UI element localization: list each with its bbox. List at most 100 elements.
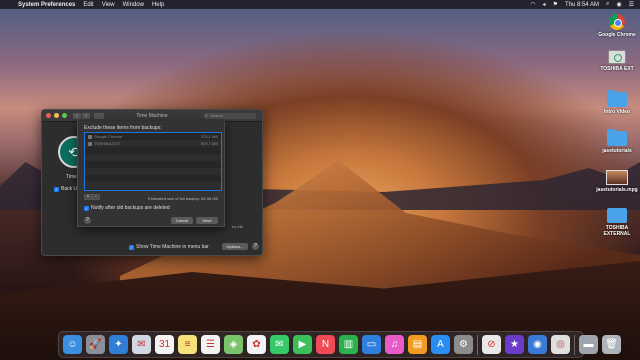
show-all-button[interactable] [94, 112, 104, 119]
dock-facetime-icon[interactable]: ▶ [293, 335, 312, 354]
list-icon[interactable]: ☰ [629, 1, 634, 8]
dock-numbers-icon[interactable]: ▥ [339, 335, 358, 354]
list-item [85, 182, 221, 189]
minimize-button[interactable] [54, 113, 59, 118]
desktop-icon-toshiba-external[interactable]: TOSHIBA EXTERNAL [593, 208, 640, 237]
list-item[interactable]: TOSHIBA EXT 809.7 MB [85, 140, 221, 147]
dock-keynote-icon[interactable]: ▭ [362, 335, 381, 354]
menu-item-window[interactable]: Window [123, 2, 144, 8]
desktop-icon-google-chrome[interactable]: Google Chrome [593, 14, 640, 38]
save-button[interactable]: Save [196, 217, 218, 224]
options-button[interactable]: Options... [222, 243, 248, 250]
list-item [85, 147, 221, 154]
spotlight-icon[interactable]: ⌕ [606, 1, 609, 8]
video-thumbnail-icon [606, 170, 628, 185]
list-item [85, 161, 221, 168]
dock: ☺ 🚀 ✦ ✉ 31 ≡ ☰ ◈ ✿ ✉ ▶ N ▥ ▭ ♫ ▤ A ⚙ ⊘ ★ ◉ ◎ ▬ 🗑 [58, 331, 621, 358]
app-icon [88, 134, 92, 139]
menu-item-edit[interactable]: Edit [83, 2, 93, 8]
list-item [85, 175, 221, 182]
dock-reminders-icon[interactable]: ☰ [201, 335, 220, 354]
exclude-items-sheet: Exclude these items from backups: Google… [77, 121, 225, 227]
menu-bar-clock[interactable]: Thu 8:54 AM [565, 2, 599, 8]
cancel-button[interactable]: Cancel [171, 217, 193, 224]
dock-separator [574, 334, 575, 355]
nav-buttons: ‹ › [73, 112, 90, 119]
forward-button[interactable]: › [82, 112, 90, 119]
desktop-icon-jasetutorials-mpg[interactable]: jasetutorials.mpg [593, 170, 640, 193]
desktop-icon-label: jasetutorials.mpg [596, 187, 638, 193]
dock-no-entry-icon[interactable]: ⊘ [482, 335, 501, 354]
dock-itunes-icon[interactable]: ♫ [385, 335, 404, 354]
desktop-icon-jasetutorials[interactable]: jasetutorials [593, 129, 640, 154]
desktop-icon-label: TOSHIBA EXTERNAL [603, 225, 631, 237]
remove-item-button[interactable]: − [92, 194, 100, 200]
folder-icon [607, 90, 627, 107]
drive-icon [88, 141, 92, 146]
disk-full-note: ey full. [232, 224, 244, 229]
desktop-icon-label: TOSHIBA EXT [600, 66, 634, 72]
menu-item-help[interactable]: Help [152, 2, 164, 8]
help-button[interactable]: ? [252, 243, 259, 250]
dock-safari-icon[interactable]: ✦ [109, 335, 128, 354]
folder-icon [607, 129, 627, 146]
notify-label: Notify after old backups are deleted [91, 205, 170, 211]
sheet-title: Exclude these items from backups: [84, 125, 162, 131]
wifi-icon[interactable]: ◠ [530, 1, 535, 8]
dock-maps-icon[interactable]: ◈ [224, 335, 243, 354]
desktop-icon-label: Intro Video [603, 109, 631, 115]
menu-item-view[interactable]: View [102, 2, 115, 8]
item-size: 809.7 MB [200, 141, 218, 146]
folder-icon [607, 208, 627, 223]
menu-bar: System Preferences Edit View Window Help… [0, 0, 640, 9]
show-in-menu-bar-checkbox[interactable]: ✓ Show Time Machine in menu bar [129, 244, 209, 250]
dock-system-preferences-icon[interactable]: ⚙ [454, 335, 473, 354]
dock-imovie-icon[interactable]: ★ [505, 335, 524, 354]
menu-bar-status: ◠ ◂ ⚑ Thu 8:54 AM ⌕ ◉ ☰ [530, 1, 640, 8]
drive-icon [608, 50, 626, 64]
dock-chrome-icon[interactable]: ◎ [551, 335, 570, 354]
estimated-backup-size: Estimated size of full backup: 65.08 GB [148, 196, 218, 201]
show-in-menu-bar-label: Show Time Machine in menu bar [136, 244, 209, 250]
menu-app-name[interactable]: System Preferences [18, 2, 75, 8]
dock-separator [477, 334, 478, 355]
dock-screen-recorder-icon[interactable]: ◉ [528, 335, 547, 354]
dock-app-store-icon[interactable]: A [431, 335, 450, 354]
desktop-icon-toshiba-ext[interactable]: TOSHIBA EXT [593, 50, 640, 72]
dock-trash-icon[interactable]: 🗑 [602, 335, 621, 354]
search-input[interactable]: Search [204, 113, 256, 119]
item-name: Google Chrome [94, 134, 123, 139]
list-item[interactable]: Google Chrome 378.1 MB [85, 133, 221, 140]
add-remove-buttons: + − [84, 194, 100, 200]
window-controls [46, 113, 67, 118]
item-name: TOSHIBA EXT [94, 141, 121, 146]
siri-icon[interactable]: ◉ [616, 1, 621, 8]
item-size: 378.1 MB [200, 134, 218, 139]
dock-photos-icon[interactable]: ✿ [247, 335, 266, 354]
help-button[interactable]: ? [84, 217, 91, 224]
dock-news-icon[interactable]: N [316, 335, 335, 354]
dock-launchpad-icon[interactable]: 🚀 [86, 335, 105, 354]
notify-deleted-checkbox[interactable]: ✓ Notify after old backups are deleted [84, 205, 170, 211]
volume-icon[interactable]: ◂ [543, 1, 546, 8]
dock-calendar-icon[interactable]: 31 [155, 335, 174, 354]
list-item [85, 154, 221, 161]
dock-messages-icon[interactable]: ✉ [270, 335, 289, 354]
dock-mail-icon[interactable]: ✉ [132, 335, 151, 354]
desktop-icon-label: jasetutorials [602, 148, 632, 154]
checkmark-icon: ✓ [84, 205, 89, 211]
desktop-icon-intro-video[interactable]: Intro Video [593, 90, 640, 115]
zoom-button[interactable] [62, 113, 67, 118]
flag-icon[interactable]: ⚑ [553, 1, 558, 8]
list-item [85, 168, 221, 175]
excluded-items-list[interactable]: Google Chrome 378.1 MB TOSHIBA EXT 809.7… [84, 132, 222, 191]
add-item-button[interactable]: + [84, 194, 92, 200]
checkmark-icon: ✓ [129, 244, 134, 250]
dock-finder-icon[interactable]: ☺ [63, 335, 82, 354]
desktop-icon-label: Google Chrome [598, 32, 636, 38]
back-button[interactable]: ‹ [73, 112, 81, 119]
dock-video-player-icon[interactable]: ▬ [579, 335, 598, 354]
dock-ibooks-icon[interactable]: ▤ [408, 335, 427, 354]
dock-notes-icon[interactable]: ≡ [178, 335, 197, 354]
close-button[interactable] [46, 113, 51, 118]
